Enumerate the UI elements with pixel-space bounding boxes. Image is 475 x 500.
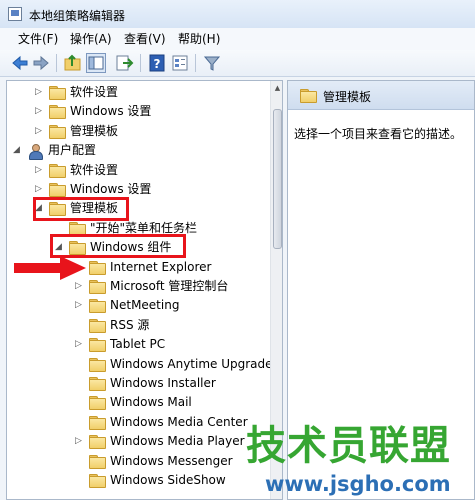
tree-item-label: Windows Mail: [110, 395, 192, 409]
expand-arrow-icon[interactable]: ▷: [75, 335, 82, 354]
folder-icon: [89, 299, 106, 313]
folder-icon: [300, 89, 317, 103]
filter-icon[interactable]: [202, 53, 222, 73]
tree-item-label: Windows Media Center: [110, 415, 248, 429]
group-policy-app-icon: [8, 7, 22, 21]
forward-icon[interactable]: [31, 53, 51, 73]
tree-item[interactable]: ▷ 软件设置: [7, 83, 269, 102]
show-hide-tree-icon[interactable]: [86, 53, 106, 73]
window-title: 本地组策略编辑器: [29, 9, 126, 23]
scroll-thumb[interactable]: [273, 109, 282, 249]
tree-item[interactable]: ▷ Tablet PC: [7, 335, 269, 354]
tree-item[interactable]: ◢ 用户配置: [7, 141, 269, 160]
details-header: 管理模板: [288, 81, 474, 110]
watermark-url: www.jsgho.com: [265, 472, 451, 496]
properties-icon[interactable]: [170, 53, 190, 73]
folder-icon: [89, 396, 106, 410]
tree-item-label: Windows Messenger: [110, 454, 233, 468]
folder-icon: [89, 435, 106, 449]
export-list-icon[interactable]: [114, 53, 134, 73]
menu-bar: 文件(F) 操作(A) 查看(V) 帮助(H): [0, 28, 475, 51]
help-icon[interactable]: ?: [147, 53, 167, 73]
back-icon[interactable]: [10, 53, 30, 73]
tree-item[interactable]: RSS 源: [7, 316, 269, 335]
tree-item[interactable]: ▷ Windows 设置: [7, 102, 269, 121]
toolbar-separator: [195, 54, 196, 72]
watermark: 技术员联盟 www.jsgho.com: [240, 424, 472, 500]
tree-item[interactable]: Windows SideShow: [7, 471, 269, 490]
folder-icon: [89, 319, 106, 333]
tree-item-label: Windows SideShow: [110, 473, 226, 487]
tree-item-label: Windows 设置: [70, 104, 152, 118]
tree-item-label: RSS 源: [110, 318, 150, 332]
menu-view[interactable]: 查看(V): [120, 31, 170, 47]
folder-icon: [89, 377, 106, 391]
svg-text:?: ?: [154, 57, 161, 71]
tree-item[interactable]: Windows Media Center: [7, 413, 269, 432]
watermark-logo: 技术员联盟: [246, 423, 451, 469]
expand-arrow-icon[interactable]: ▷: [75, 432, 82, 451]
tree-item[interactable]: Windows Anytime Upgrade: [7, 355, 273, 374]
details-description: 选择一个项目来查看它的描述。: [294, 127, 463, 141]
tree-item-label: 软件设置: [70, 163, 119, 177]
folder-icon: [89, 416, 106, 430]
user-config-icon: [27, 144, 43, 160]
folder-icon: [89, 455, 106, 469]
up-folder-icon[interactable]: [63, 53, 83, 73]
folder-icon: [89, 358, 106, 372]
tree-item[interactable]: ▷ 软件设置: [7, 161, 269, 180]
tree-item[interactable]: ▷ Windows Media Player: [7, 432, 269, 451]
tree-item-label: Microsoft 管理控制台: [110, 279, 229, 293]
tree-item[interactable]: Windows Messenger: [7, 452, 269, 471]
tree-item-label: Windows Media Player: [110, 434, 245, 448]
menu-action[interactable]: 操作(A): [66, 31, 116, 47]
folder-icon: [49, 86, 66, 100]
folder-icon: [49, 125, 66, 139]
tree-item[interactable]: ▷ NetMeeting: [7, 296, 269, 315]
tree-item-label: 用户配置: [48, 143, 97, 157]
toolbar-separator: [56, 54, 57, 72]
folder-icon: [49, 105, 66, 119]
menu-file[interactable]: 文件(F): [14, 31, 62, 47]
expand-arrow-icon[interactable]: ▷: [35, 122, 42, 141]
tree-item[interactable]: Windows Installer: [7, 374, 269, 393]
tree-item-label: Tablet PC: [110, 337, 166, 351]
details-title: 管理模板: [323, 90, 372, 104]
folder-icon: [49, 164, 66, 178]
expand-arrow-icon[interactable]: ▷: [35, 83, 42, 102]
tree-item-label: Windows Anytime Upgrade: [110, 357, 273, 371]
folder-icon: [49, 183, 66, 197]
expand-arrow-icon[interactable]: ▷: [75, 296, 82, 315]
folder-icon: [89, 338, 106, 352]
toolbar-separator: [140, 54, 141, 72]
tree-item-label: 管理模板: [70, 124, 119, 138]
title-bar: 本地组策略编辑器: [0, 0, 475, 29]
tree-item-label: Internet Explorer: [110, 260, 212, 274]
folder-icon: [89, 474, 106, 488]
tree-item-label: 软件设置: [70, 85, 119, 99]
menu-help[interactable]: 帮助(H): [174, 31, 224, 47]
expand-arrow-icon[interactable]: ▷: [35, 161, 42, 180]
tree-item[interactable]: ▷ 管理模板: [7, 122, 269, 141]
toolbar: ?: [0, 50, 475, 77]
tree-item[interactable]: Windows Mail: [7, 393, 269, 412]
tree-item-label: NetMeeting: [110, 298, 180, 312]
collapse-arrow-icon[interactable]: ◢: [13, 141, 20, 160]
red-arrow-annotation: [14, 256, 86, 280]
scroll-up-icon[interactable]: ▲: [271, 81, 282, 96]
highlight-box-admin-templates: [33, 197, 129, 221]
expand-arrow-icon[interactable]: ▷: [35, 102, 42, 121]
folder-icon: [89, 280, 106, 294]
tree-item-label: Windows Installer: [110, 376, 216, 390]
